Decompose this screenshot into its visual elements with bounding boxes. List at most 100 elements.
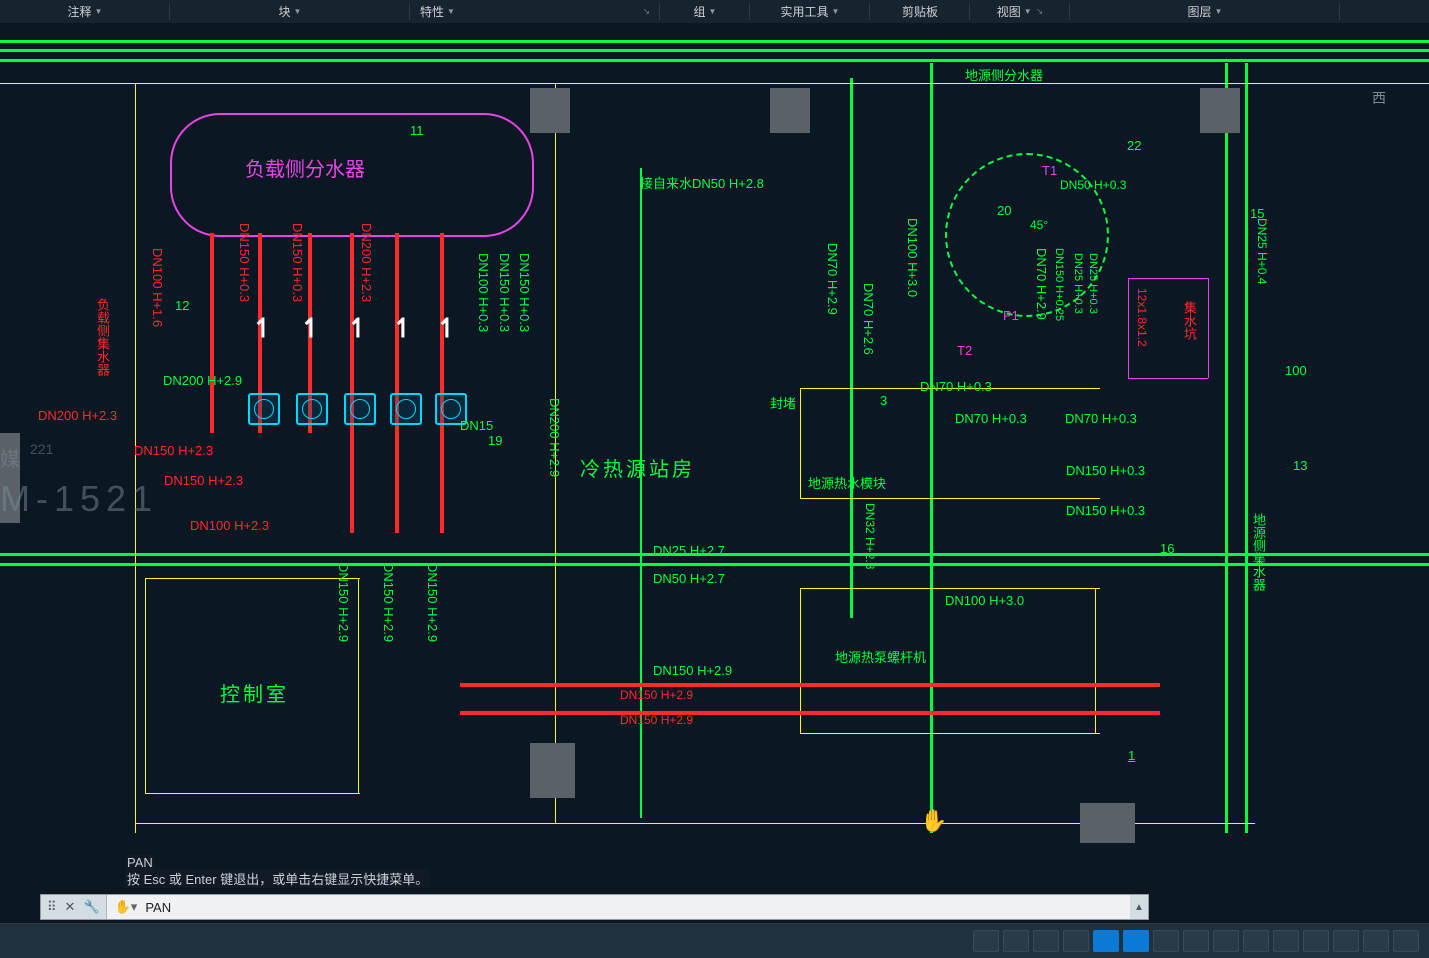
command-line[interactable]: ⠿ ✕ 🔧 ✋▾ PAN ▲ — [40, 894, 1149, 920]
pan-cursor-icon: ✋ — [920, 808, 947, 834]
command-hint: 按 Esc 或 Enter 键退出，或单击右键显示快捷菜单。 — [125, 869, 430, 888]
ribbon-tab-annotate[interactable]: 注释▼ — [0, 0, 170, 23]
label-sump: 集水坑 — [1180, 301, 1199, 340]
label-box-dim: 12x1.8x1.2 — [1135, 288, 1149, 347]
status-toggle[interactable] — [1153, 930, 1179, 952]
status-toggle[interactable] — [1183, 930, 1209, 952]
status-icons — [973, 924, 1419, 958]
status-bar — [0, 923, 1429, 958]
pump-icon — [344, 393, 376, 425]
command-input[interactable]: PAN — [145, 900, 171, 915]
leader-13: 13 — [1293, 458, 1307, 473]
pipe-label: DN150 H+2.9 — [381, 563, 396, 642]
pipe-label: DN50 H+2.7 — [653, 571, 725, 586]
leader-1: 1 — [1128, 748, 1135, 763]
label-control-room: 控制室 — [220, 678, 289, 707]
command-echo: PAN — [125, 855, 155, 870]
pipe-label: DN200 H+2.3 — [38, 408, 117, 423]
status-toggle[interactable] — [1123, 930, 1149, 952]
status-toggle[interactable] — [973, 930, 999, 952]
pipe-label: DN150 H+2.9 — [620, 713, 693, 727]
pump-icon — [248, 393, 280, 425]
cmd-prompt-icon: ✋▾ — [115, 899, 138, 915]
pipe-label: DN150 H+0.3 — [517, 253, 532, 332]
label-load-collector: 负载侧集水器 — [93, 298, 112, 376]
status-toggle[interactable] — [1363, 930, 1389, 952]
pipe-label: DN150 H+2.9 — [425, 563, 440, 642]
status-toggle[interactable] — [1393, 930, 1419, 952]
wall-block — [1080, 803, 1135, 843]
cmd-close-icon[interactable]: ✕ — [65, 899, 76, 915]
wall-block — [530, 88, 570, 133]
pipe-label: DN100 H+3.0 — [905, 218, 920, 297]
pipe-label: DN70 H+2.9 — [825, 243, 840, 315]
status-toggle[interactable] — [1063, 930, 1089, 952]
pump-icon — [435, 393, 467, 425]
ribbon-tab-group[interactable]: 组▼ — [660, 0, 750, 23]
wall-block — [770, 88, 810, 133]
leader-22: 22 — [1127, 138, 1141, 153]
xref-ghost-text: 221 — [30, 441, 53, 457]
pipe-label: DN70 H+0.3 — [1065, 411, 1137, 426]
viewcube[interactable]: 西 — [1339, 58, 1419, 138]
leader-15: 15 — [1250, 206, 1264, 221]
label-t2: T2 — [957, 343, 972, 358]
ribbon-tab-view[interactable]: 视图▼↘ — [970, 0, 1070, 23]
command-toolbar[interactable]: ⠿ ✕ 🔧 — [41, 895, 107, 919]
tank-load-splitter — [170, 113, 534, 237]
status-toggle[interactable] — [1003, 930, 1029, 952]
cmd-history-toggle[interactable]: ▲ — [1130, 895, 1148, 919]
label-plug: 封堵 — [770, 393, 796, 412]
status-toggle[interactable] — [1273, 930, 1299, 952]
pipe-label: 接自来水DN50 H+2.8 — [640, 173, 764, 192]
status-toggle[interactable] — [1213, 930, 1239, 952]
status-toggle[interactable] — [1033, 930, 1059, 952]
wall-block — [1200, 88, 1240, 133]
label-room-title: 冷热源站房 — [580, 453, 695, 482]
pipe-label: DN100 H+1.6 — [150, 248, 165, 327]
leader-3: 3 — [880, 393, 887, 408]
pipe-label: DN100 H+0.3 — [476, 253, 491, 332]
pipe-label: DN100 H+2.3 — [190, 518, 269, 533]
pipe-label: DN25 H+0.4 — [1255, 218, 1269, 284]
status-toggle[interactable] — [1333, 930, 1359, 952]
label-ground-collector: 地源侧集水器 — [1249, 513, 1268, 591]
pipe-label: DN200 H+2.9 — [163, 373, 242, 388]
pipe-label: DN150 H+0.3 — [1066, 503, 1145, 518]
wall-block — [530, 743, 575, 798]
pump-icon — [390, 393, 422, 425]
leader-19: 19 — [488, 433, 502, 448]
cmd-config-icon[interactable]: 🔧 — [83, 899, 99, 915]
wall-block — [0, 433, 20, 523]
pump-icon — [296, 393, 328, 425]
label-100: 100 — [1285, 363, 1307, 378]
cmd-handle-icon[interactable]: ⠿ — [47, 899, 57, 915]
drawing-canvas[interactable]: 负载侧分水器 负载侧集水器 DN100 H+1.6 DN150 H+0.3 DN… — [0, 23, 1429, 893]
pipe-label: DN70 H+0.3 — [955, 411, 1027, 426]
ribbon-tab-layer[interactable]: 图层▼ — [1070, 0, 1340, 23]
ribbon-tab-block[interactable]: 块▼ — [170, 0, 410, 23]
ribbon-tab-properties[interactable]: 特性▼↘ — [410, 0, 660, 23]
flow-arrow-icon: ↿ — [252, 313, 274, 344]
pipe-label: DN150 H+2.9 — [653, 663, 732, 678]
tank-circle — [945, 153, 1109, 317]
pipe-label: DN100 H+3.0 — [945, 593, 1024, 608]
pipe-label: DN150 H+2.9 — [620, 688, 693, 702]
pipe-label: DN150 H+2.9 — [336, 563, 351, 642]
label-ghp-screw: 地源热泵螺杆机 — [835, 647, 926, 666]
pipe-label: DN150 H+0.3 — [1066, 463, 1145, 478]
pipe-label: DN150 H+0.3 — [497, 253, 512, 332]
status-toggle[interactable] — [1303, 930, 1329, 952]
ribbon: 注释▼ 块▼ 特性▼↘ 组▼ 实用工具▼ 剪贴板 视图▼↘ 图层▼ — [0, 0, 1429, 24]
pipe-label: DN32 H+2.8 — [863, 503, 877, 569]
leader-12: 12 — [175, 298, 189, 313]
label-ghp-module: 地源热水模块 — [808, 473, 886, 492]
pipe-label: DN150 H+2.3 — [164, 473, 243, 488]
ribbon-tab-clipboard[interactable]: 剪贴板 — [870, 0, 970, 23]
status-toggle[interactable] — [1093, 930, 1119, 952]
label-ground-splitter: 地源侧分水器 — [965, 65, 1043, 84]
status-toggle[interactable] — [1243, 930, 1269, 952]
pipe-label: DN150 H+2.3 — [134, 443, 213, 458]
pipe-label: DN70 H+2.6 — [861, 283, 876, 355]
ribbon-tab-util[interactable]: 实用工具▼ — [750, 0, 870, 23]
